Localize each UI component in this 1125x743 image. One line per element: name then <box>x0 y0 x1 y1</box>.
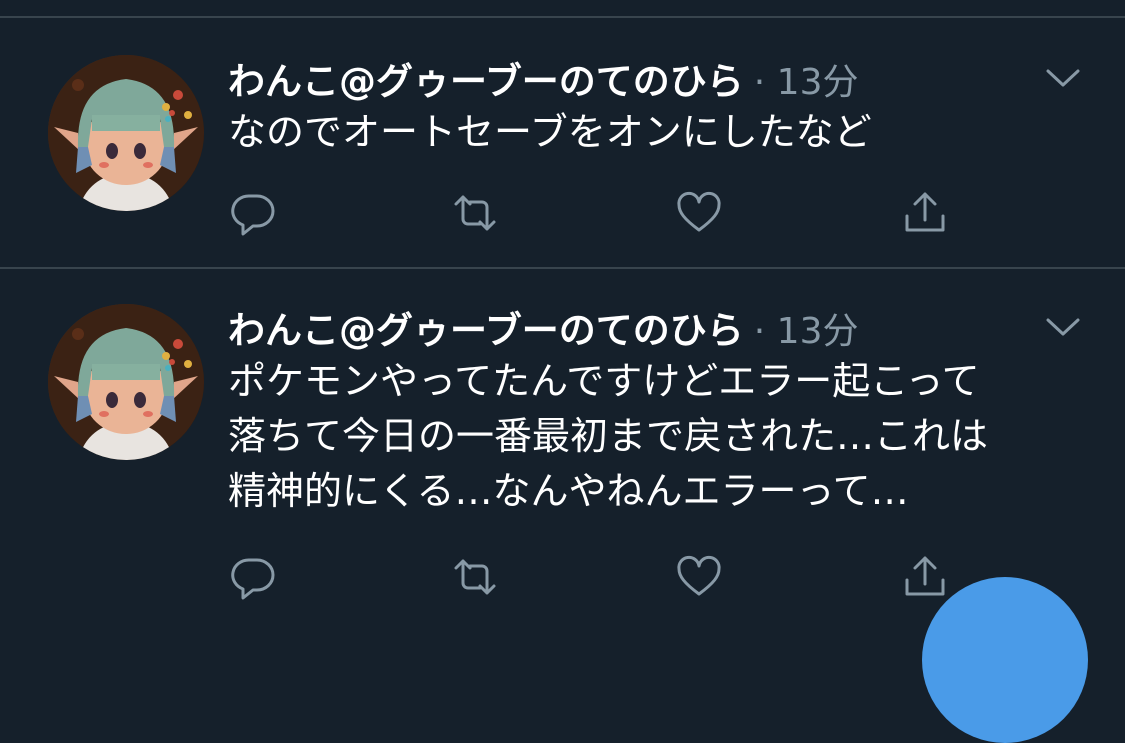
timestamp: · 13分 <box>753 62 859 103</box>
display-name[interactable]: わんこ@グゥーブーのてのひら <box>228 51 744 105</box>
tweet-actions <box>228 552 988 602</box>
avatar[interactable] <box>48 55 204 211</box>
tweet[interactable]: わんこ@グゥーブーのてのひら · 13分 なのでオートセーブをオンにしたなど <box>0 18 1125 267</box>
avatar[interactable] <box>48 304 204 460</box>
retweet-icon[interactable] <box>450 188 500 238</box>
display-name[interactable]: わんこ@グゥーブーのてのひら <box>228 300 744 354</box>
chevron-down-icon[interactable] <box>1040 63 1086 93</box>
retweet-icon[interactable] <box>450 552 500 602</box>
tweet-text: ポケモンやってたんですけどエラー起こって 落ちて今日の一番最初まで戻された…これ… <box>228 359 989 513</box>
chevron-down-icon[interactable] <box>1040 312 1086 342</box>
like-icon[interactable] <box>674 552 724 602</box>
reply-icon[interactable] <box>228 552 278 602</box>
timestamp: · 13分 <box>753 311 859 352</box>
tweet-text: なのでオートセーブをオンにしたなど <box>228 110 872 154</box>
share-icon[interactable] <box>900 188 950 238</box>
tweet-header: わんこ@グゥーブーのてのひら · 13分 <box>228 51 858 103</box>
tweet[interactable]: わんこ@グゥーブーのてのひら · 13分 ポケモンやってたんですけどエラー起こっ… <box>0 269 1125 631</box>
reply-icon[interactable] <box>228 188 278 238</box>
like-icon[interactable] <box>674 188 724 238</box>
tweet-actions <box>228 188 988 238</box>
share-icon[interactable] <box>900 552 950 602</box>
tweet-header: わんこ@グゥーブーのてのひら · 13分 <box>228 300 858 352</box>
compose-button[interactable] <box>922 577 1088 743</box>
